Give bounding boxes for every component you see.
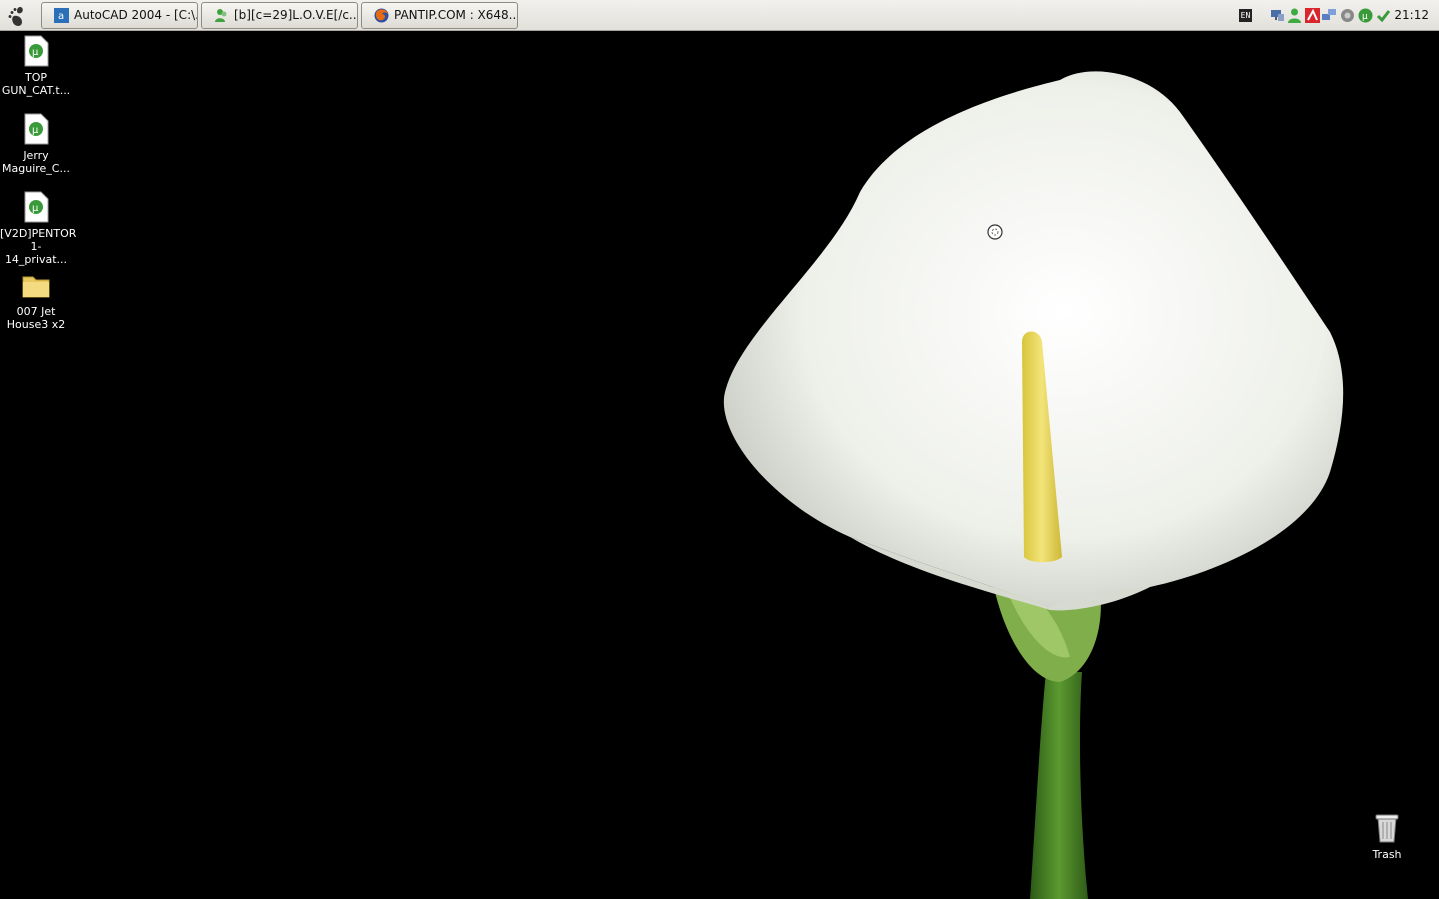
network-connections-icon[interactable] bbox=[1322, 8, 1337, 23]
desktop-icon-trash[interactable]: Trash bbox=[1352, 812, 1422, 861]
gnome-foot-menu-icon[interactable] bbox=[6, 4, 30, 28]
top-panel: a AutoCAD 2004 - [C:\... [b][c=29]L.O.V.… bbox=[0, 0, 1439, 31]
desktop-icon-label: Trash bbox=[1372, 848, 1402, 861]
torrent-file-icon: µ bbox=[24, 113, 49, 145]
desktop-wallpaper bbox=[723, 71, 1344, 899]
desktop-icon-label: TOP GUN_CAT.t... bbox=[1, 71, 71, 97]
svg-text:µ: µ bbox=[32, 203, 39, 214]
taskbar-item-label: [b][c=29]L.O.V.E[/c... bbox=[234, 8, 358, 22]
desktop-icon-pentor[interactable]: µ [V2D]PENTOR 1-14_privat... bbox=[0, 191, 77, 266]
svg-text:µ: µ bbox=[32, 47, 39, 58]
torrent-file-icon: µ bbox=[24, 35, 49, 67]
taskbar-item-label: PANTIP.COM : X648... bbox=[394, 8, 518, 22]
svg-text:µ: µ bbox=[1362, 12, 1368, 22]
firefox-icon bbox=[374, 8, 389, 23]
desktop-icon-label: Jerry Maguire_C... bbox=[2, 149, 70, 175]
trash-icon bbox=[1375, 814, 1399, 843]
taskbar-item-autocad[interactable]: a AutoCAD 2004 - [C:\... bbox=[41, 2, 198, 29]
calla-lily bbox=[723, 71, 1344, 899]
taskbar-item-messenger[interactable]: [b][c=29]L.O.V.E[/c... bbox=[201, 2, 358, 29]
folder-icon bbox=[22, 276, 50, 298]
desktop-icon-label: 007 Jet House3 x2 bbox=[6, 305, 66, 331]
busy-cursor-icon bbox=[987, 224, 1003, 240]
update-notifier-icon[interactable] bbox=[1376, 8, 1391, 23]
svg-text:a: a bbox=[58, 11, 64, 22]
network-monitor-icon[interactable] bbox=[1270, 8, 1285, 23]
torrent-file-icon: µ bbox=[24, 191, 49, 223]
utorrent-tray-icon[interactable]: µ bbox=[1358, 8, 1373, 23]
desktop-icon-top-gun[interactable]: µ TOP GUN_CAT.t... bbox=[0, 35, 72, 97]
keyboard-layout-indicator[interactable]: EN bbox=[1239, 9, 1252, 22]
autocad-icon: a bbox=[54, 8, 69, 23]
desktop-icon-007-jet-house[interactable]: 007 Jet House3 x2 bbox=[0, 269, 72, 331]
taskbar-item-firefox[interactable]: PANTIP.COM : X648... bbox=[361, 2, 518, 29]
desktop-icon-jerry-maguire[interactable]: µ Jerry Maguire_C... bbox=[0, 113, 72, 175]
antivirus-icon[interactable] bbox=[1305, 8, 1320, 23]
taskbar-item-label: AutoCAD 2004 - [C:\... bbox=[74, 8, 198, 22]
clock[interactable]: 21:12 bbox=[1394, 0, 1429, 31]
messenger-icon bbox=[215, 9, 227, 22]
svg-text:µ: µ bbox=[32, 125, 39, 136]
desktop-icon-label: [V2D]PENTOR 1-14_privat... bbox=[0, 227, 77, 266]
volume-icon[interactable] bbox=[1340, 8, 1355, 23]
messenger-status-icon[interactable] bbox=[1287, 8, 1302, 23]
